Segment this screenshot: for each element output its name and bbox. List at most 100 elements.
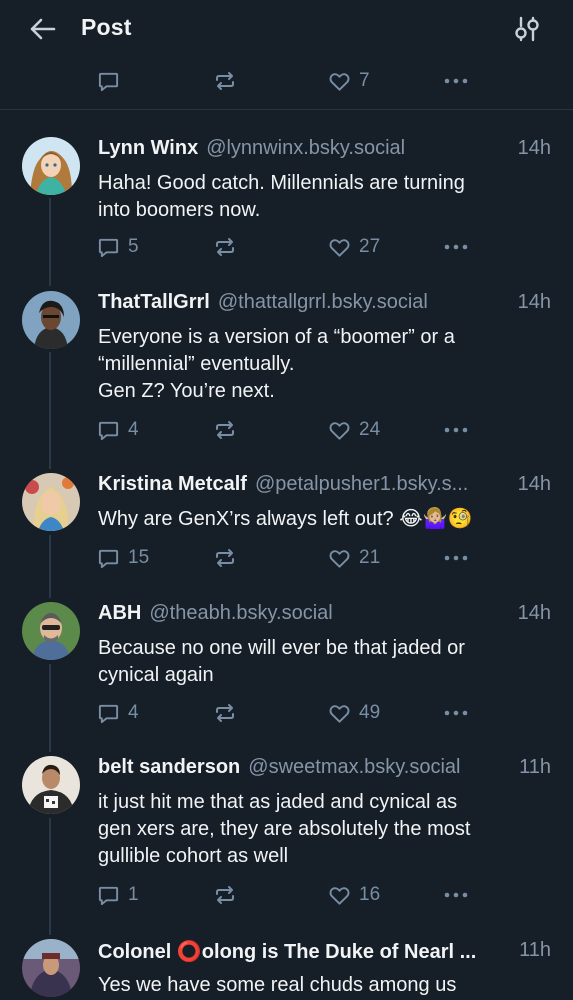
like-count: 27	[359, 236, 381, 257]
reply-count: 4	[128, 702, 139, 723]
heart-icon	[329, 72, 350, 91]
post-actions: 15 21	[0, 545, 573, 571]
author-handle[interactable]: @lynnwinx.bsky.social	[206, 137, 405, 159]
avatar[interactable]	[22, 602, 80, 660]
post-actions: 1 16	[0, 882, 573, 908]
author-name[interactable]: Kristina Metcalf	[98, 473, 247, 495]
repost-arrows-icon	[216, 549, 234, 567]
post-text: it just hit me that as jaded and cynical…	[98, 791, 471, 867]
like-count: 7	[359, 70, 370, 91]
heart-icon	[329, 549, 350, 568]
top-bar: Post	[0, 0, 573, 56]
timestamp[interactable]: 14h	[518, 602, 551, 625]
heart-icon	[329, 238, 350, 257]
reply-button[interactable]: 4	[97, 700, 139, 726]
author-name[interactable]: Lynn Winx	[98, 137, 198, 159]
avatar[interactable]	[22, 756, 80, 814]
speech-bubble-icon	[98, 72, 119, 91]
timestamp[interactable]: 14h	[518, 291, 551, 314]
timestamp[interactable]: 14h	[518, 473, 551, 496]
more-options-button[interactable]	[443, 700, 469, 726]
thread-line	[49, 352, 51, 469]
avatar[interactable]	[22, 939, 80, 997]
repost-button[interactable]	[213, 68, 237, 94]
heart-icon	[329, 886, 350, 905]
repost-button[interactable]	[213, 700, 237, 726]
author-name[interactable]: ABH	[98, 602, 141, 624]
ellipsis-icon	[444, 427, 468, 433]
divider	[0, 109, 573, 110]
timestamp[interactable]: 14h	[518, 137, 551, 160]
timestamp[interactable]: 11h	[519, 756, 551, 779]
avatar[interactable]	[22, 473, 80, 531]
like-button[interactable]: 49	[328, 700, 380, 726]
more-options-button[interactable]	[443, 545, 469, 571]
more-options-button[interactable]	[443, 68, 469, 94]
author-handle[interactable]: @petalpusher1.bsky.s...	[255, 473, 468, 495]
reply-count: 1	[128, 884, 139, 905]
like-count: 16	[359, 884, 381, 905]
author-handle[interactable]: @sweetmax.bsky.social	[248, 756, 460, 778]
repost-button[interactable]	[213, 234, 237, 260]
like-button[interactable]: 7	[328, 68, 370, 94]
repost-button[interactable]	[213, 545, 237, 571]
avatar[interactable]	[22, 137, 80, 195]
reply-button[interactable]: 5	[97, 234, 139, 260]
ellipsis-icon	[444, 892, 468, 898]
repost-arrows-icon	[216, 238, 234, 256]
like-button[interactable]: 16	[328, 882, 380, 908]
author-name[interactable]: ThatTallGrrl	[98, 291, 210, 313]
post-text: Haha! Good catch. Millennials are turnin…	[98, 172, 465, 221]
like-button[interactable]: 27	[328, 234, 380, 260]
speech-bubble-icon	[98, 238, 119, 257]
author-handle[interactable]: @thattallgrrl.bsky.social	[218, 291, 428, 313]
thread-line	[49, 818, 51, 935]
speech-bubble-icon	[98, 421, 119, 440]
like-button[interactable]: 21	[328, 545, 380, 571]
reply-count: 4	[128, 419, 139, 440]
speech-bubble-icon	[98, 704, 119, 723]
avatar[interactable]	[22, 291, 80, 349]
like-count: 21	[359, 547, 381, 568]
post-text: Everyone is a version of a “boomer” or a…	[98, 326, 455, 402]
post-actions: 5 27	[0, 234, 573, 260]
reply-button[interactable]	[97, 68, 120, 94]
post-text: Because no one will ever be that jaded o…	[98, 637, 465, 686]
ellipsis-icon	[444, 78, 468, 84]
reply-button[interactable]: 1	[97, 882, 139, 908]
post-header: Kristina Metcalf @petalpusher1.bsky.s... …	[98, 473, 551, 499]
more-options-button[interactable]	[443, 882, 469, 908]
repost-arrows-icon	[216, 704, 234, 722]
ellipsis-icon	[444, 244, 468, 250]
post-header: ThatTallGrrl @thattallgrrl.bsky.social 14…	[98, 291, 551, 317]
arrow-left-icon[interactable]	[28, 15, 56, 43]
reply-button[interactable]: 4	[97, 417, 139, 443]
repost-arrows-icon	[216, 886, 234, 904]
reply-button[interactable]: 15	[97, 545, 149, 571]
ellipsis-icon	[444, 555, 468, 561]
author-handle[interactable]: @theabh.bsky.social	[149, 602, 332, 624]
repost-arrows-icon	[216, 421, 234, 439]
post-text: Yes we have some real chuds among us	[98, 974, 457, 996]
more-options-button[interactable]	[443, 234, 469, 260]
repost-button[interactable]	[213, 417, 237, 443]
more-options-button[interactable]	[443, 417, 469, 443]
sliders-icon[interactable]	[514, 15, 540, 43]
post-header: ABH @theabh.bsky.social 14h	[98, 602, 551, 628]
heart-icon	[329, 704, 350, 723]
reply-count: 15	[128, 547, 150, 568]
ellipsis-icon	[444, 710, 468, 716]
post-actions: 4 24	[0, 417, 573, 443]
heart-icon	[329, 421, 350, 440]
repost-button[interactable]	[213, 882, 237, 908]
parent-post-actions: 7	[0, 68, 573, 94]
author-name[interactable]: belt sanderson	[98, 756, 240, 778]
post-header: Lynn Winx @lynnwinx.bsky.social 14h	[98, 137, 551, 163]
page-title: Post	[81, 14, 132, 40]
author-name[interactable]: Colonel ⭕olong is The Duke of Nearl ...	[98, 941, 476, 963]
post-header: Colonel ⭕olong is The Duke of Nearl ... …	[98, 939, 551, 965]
like-button[interactable]: 24	[328, 417, 380, 443]
like-count: 24	[359, 419, 381, 440]
repost-arrows-icon	[216, 72, 234, 90]
timestamp[interactable]: 11h	[519, 939, 551, 962]
